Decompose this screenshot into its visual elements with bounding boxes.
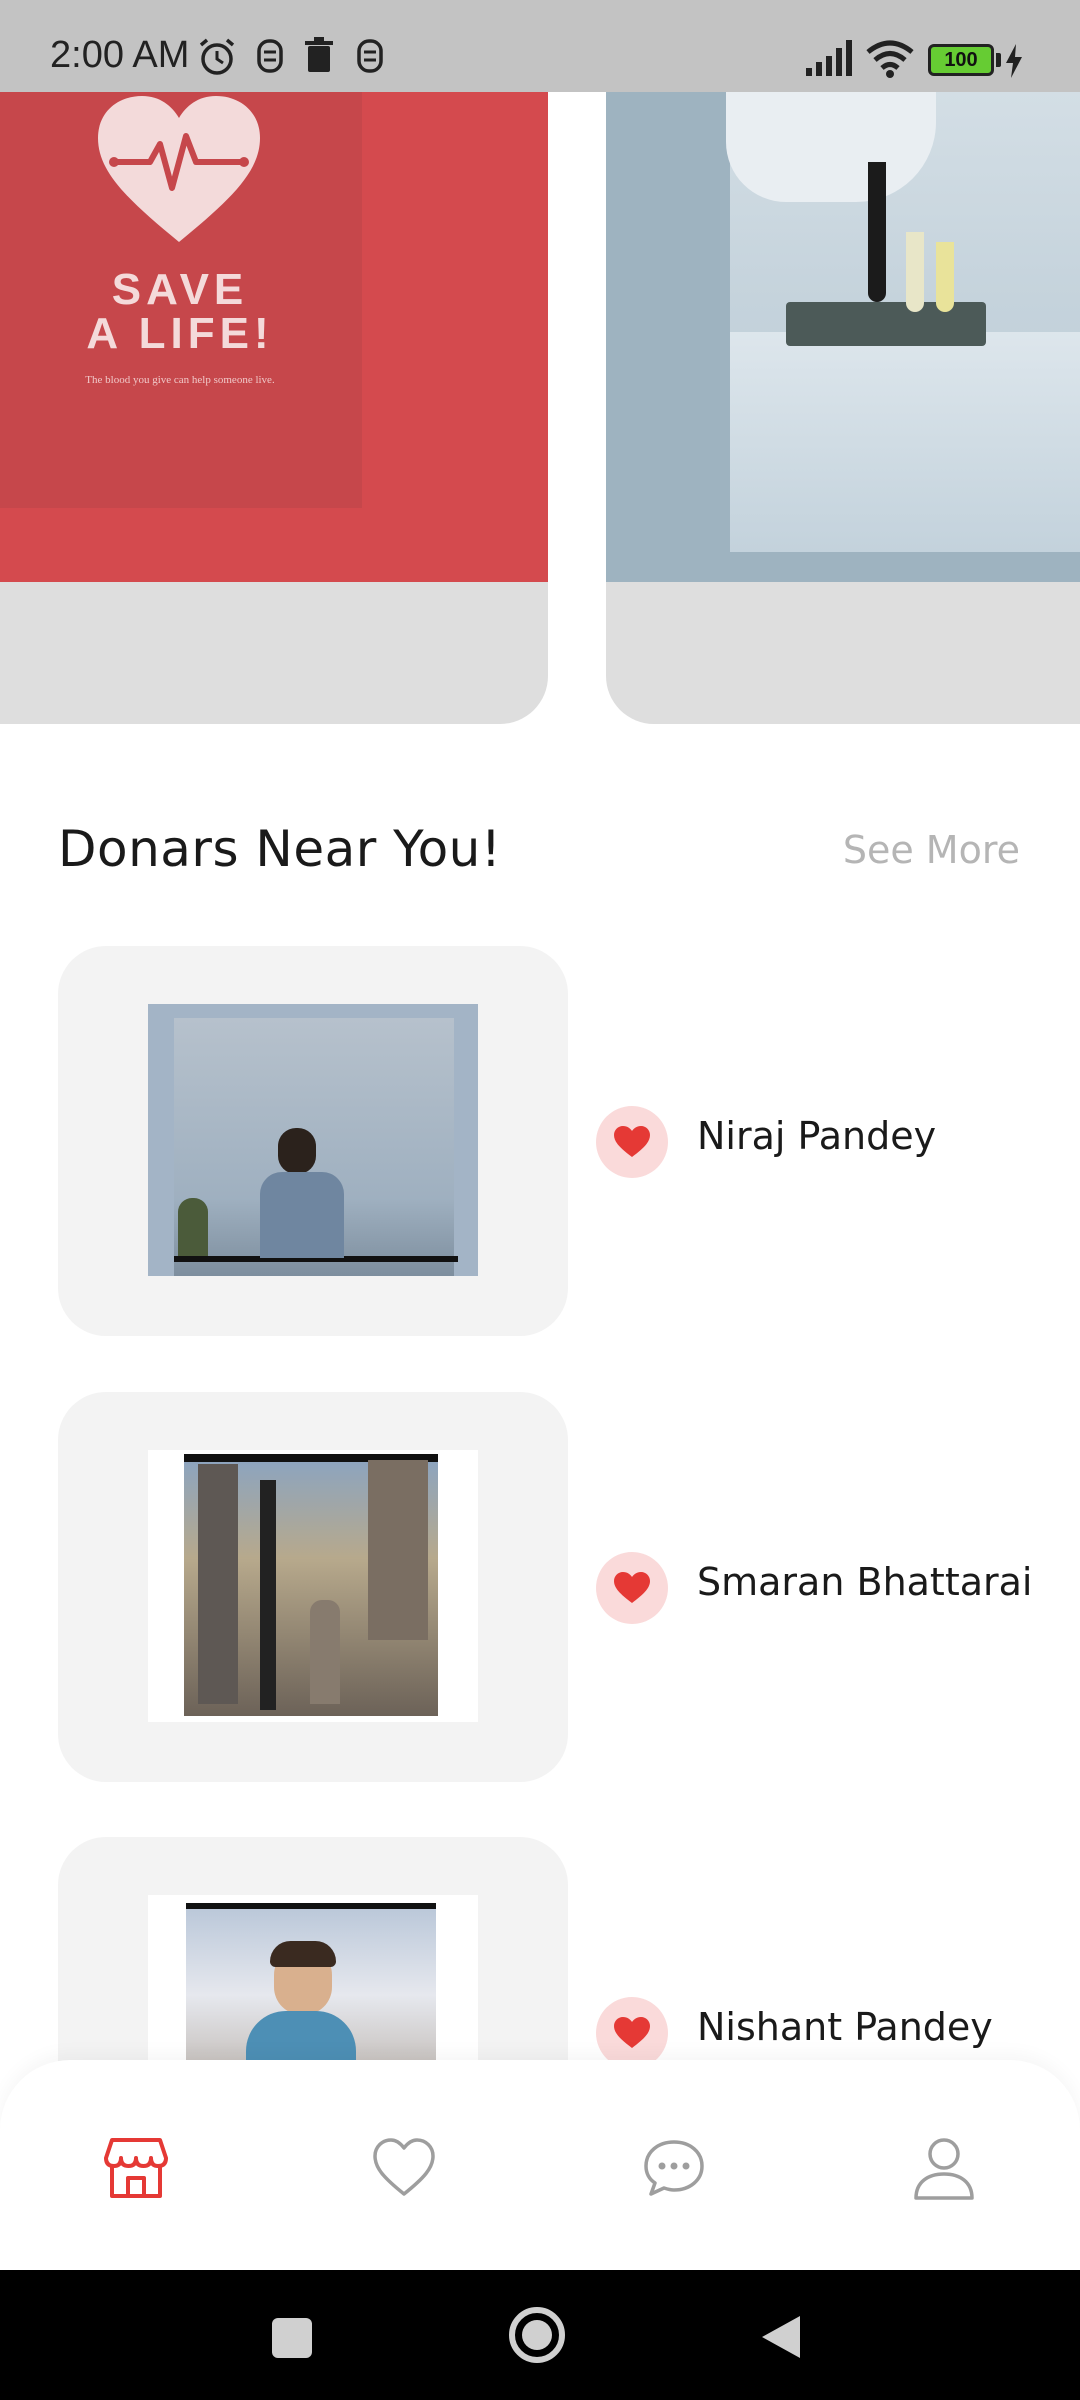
delete-icon	[305, 37, 333, 72]
notification-icon	[357, 39, 383, 73]
tube-rack	[786, 302, 986, 346]
heart-icon	[614, 1572, 650, 1603]
donor-photo-card[interactable]	[58, 1392, 568, 1782]
battery-icon: 100	[928, 44, 994, 76]
see-more-link[interactable]: See More	[843, 828, 1020, 872]
section-title: Donars Near You!	[58, 820, 502, 878]
wifi-icon	[866, 40, 914, 78]
heart-icon[interactable]	[372, 2136, 436, 2200]
heart-pulse-icon	[98, 96, 260, 242]
test-tube	[868, 162, 886, 302]
carousel-slide-lab[interactable]	[606, 92, 1080, 724]
banner-image	[606, 92, 1080, 582]
status-time: 2:00 AM	[50, 34, 190, 76]
charging-icon	[1006, 44, 1022, 78]
favorite-button[interactable]	[596, 1997, 668, 2069]
heart-icon	[614, 2017, 650, 2048]
signal-icon	[806, 40, 852, 76]
recent-apps-button[interactable]	[270, 2316, 314, 2360]
test-tube	[936, 242, 954, 312]
donor-name: Smaran Bhattarai	[697, 1560, 1033, 1604]
donor-list-item[interactable]: Niraj Pandey	[0, 946, 1080, 1336]
home-button[interactable]	[508, 2306, 566, 2364]
back-button[interactable]	[758, 2312, 804, 2362]
glove-hand	[726, 92, 936, 202]
store-icon[interactable]	[104, 2136, 168, 2200]
donor-photo	[148, 1004, 478, 1276]
donor-photo	[148, 1450, 478, 1722]
carousel-slide-save-a-life[interactable]: SAVE A LIFE! The blood you give can help …	[0, 92, 548, 724]
donor-photo-card[interactable]	[58, 946, 568, 1336]
donor-name: Niraj Pandey	[697, 1114, 937, 1158]
home-screen: 2:00 AM 100 SAVE A LIFE! The blood you g…	[0, 0, 1080, 2400]
profile-icon[interactable]	[912, 2136, 976, 2200]
favorite-button[interactable]	[596, 1552, 668, 1624]
system-navigation-bar	[0, 2270, 1080, 2400]
favorite-button[interactable]	[596, 1106, 668, 1178]
donor-name: Nishant Pandey	[697, 2005, 993, 2049]
alarm-icon	[199, 38, 235, 75]
battery-tip	[996, 53, 1001, 67]
banner-subtitle: The blood you give can help someone live…	[85, 374, 275, 386]
banner-image: SAVE A LIFE! The blood you give can help …	[0, 92, 548, 582]
bottom-navigation	[0, 2060, 1080, 2270]
status-bar: 2:00 AM 100	[0, 0, 1080, 92]
banner-title: SAVE A LIFE!	[86, 265, 274, 358]
heart-icon	[614, 1126, 650, 1157]
battery-level: 100	[944, 49, 978, 71]
donor-list-item[interactable]: Smaran Bhattarai	[0, 1392, 1080, 1782]
lab-bench	[730, 332, 1080, 552]
test-tube	[906, 232, 924, 312]
notification-icon	[257, 39, 283, 73]
chat-icon[interactable]	[642, 2136, 706, 2200]
